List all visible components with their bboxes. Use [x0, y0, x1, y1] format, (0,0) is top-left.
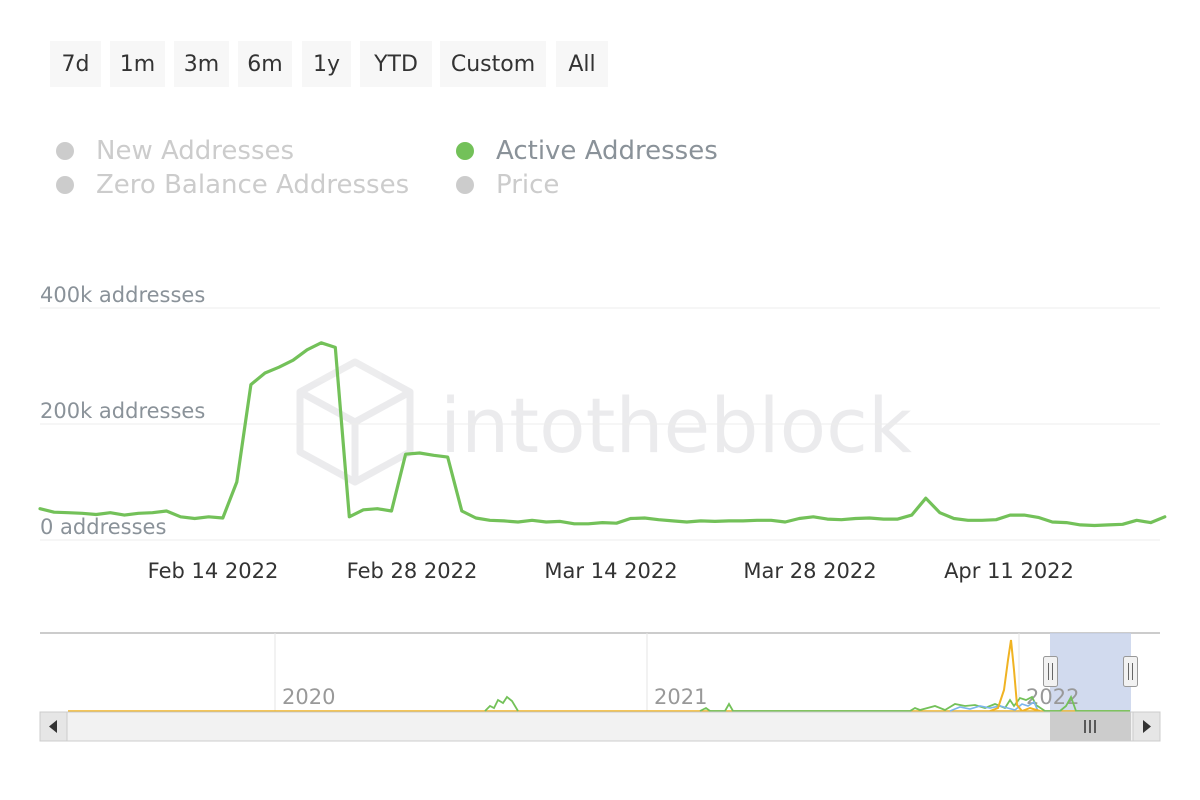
- watermark-logo-icon: [296, 358, 414, 486]
- chart: intotheblock 400k addresses 200k address…: [38, 283, 1167, 742]
- x-tick-label: Feb 28 2022: [347, 559, 478, 583]
- navigator-x-tick-label: 2021: [654, 685, 707, 709]
- x-tick-label: Mar 14 2022: [544, 559, 677, 583]
- scrollbar: [39, 711, 1161, 742]
- watermark: intotheblock: [296, 358, 912, 486]
- x-tick-label: Mar 28 2022: [743, 559, 876, 583]
- x-tick-label: Feb 14 2022: [148, 559, 279, 583]
- y-tick-label: 0 addresses: [40, 515, 166, 539]
- navigator: 2020 2021 2022: [40, 632, 1160, 713]
- watermark-text: intotheblock: [440, 381, 912, 470]
- scrollbar-track[interactable]: [39, 711, 1161, 742]
- navigator-handle-left[interactable]: [1043, 656, 1058, 687]
- y-tick-label: 400k addresses: [40, 283, 205, 307]
- y-tick-label: 200k addresses: [40, 399, 205, 423]
- navigator-handle-right[interactable]: [1123, 656, 1138, 687]
- x-tick-label: Apr 11 2022: [944, 559, 1074, 583]
- navigator-x-tick-label: 2020: [282, 685, 335, 709]
- navigator-series-active: [484, 695, 519, 712]
